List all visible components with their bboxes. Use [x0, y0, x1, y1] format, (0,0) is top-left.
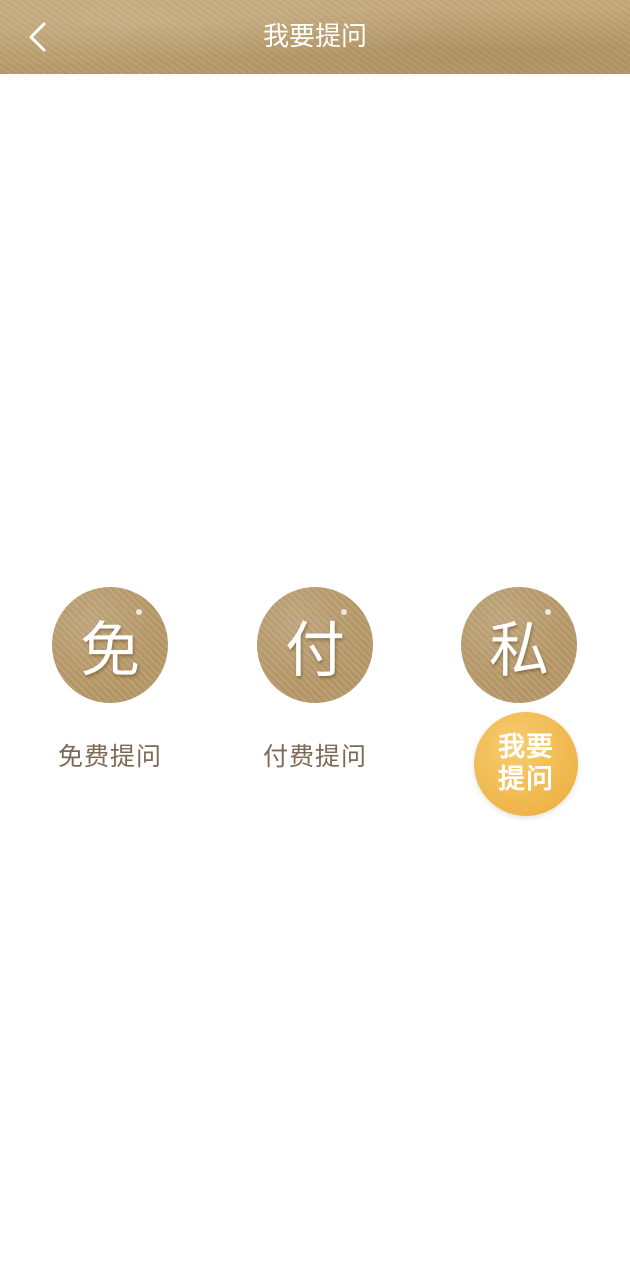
- decorative-dot: [136, 609, 142, 615]
- decorative-dot: [341, 609, 347, 615]
- header-bar: 我要提问: [0, 0, 630, 74]
- page: 我要提问 免 免费提问 付 付费提问 私 私 我要 提问: [0, 0, 630, 1280]
- paid-question-icon: 付: [257, 587, 373, 703]
- free-question-icon: 免: [52, 587, 168, 703]
- option-label: 免费提问: [57, 742, 162, 771]
- fab-label-line1: 我要: [498, 732, 554, 763]
- option-label: 付费提问: [262, 742, 367, 771]
- option-char: 免: [80, 615, 140, 686]
- fab-label-line2: 提问: [498, 764, 554, 795]
- private-question-icon: 私: [461, 587, 577, 703]
- option-free-question[interactable]: 免 免费提问: [25, 587, 195, 773]
- option-paid-question[interactable]: 付 付费提问: [230, 587, 400, 773]
- option-char: 私: [489, 615, 549, 686]
- ask-question-floating-button[interactable]: 我要 提问: [474, 712, 578, 816]
- decorative-dot: [545, 609, 551, 615]
- page-title: 我要提问: [262, 22, 367, 52]
- option-char: 付: [285, 615, 345, 686]
